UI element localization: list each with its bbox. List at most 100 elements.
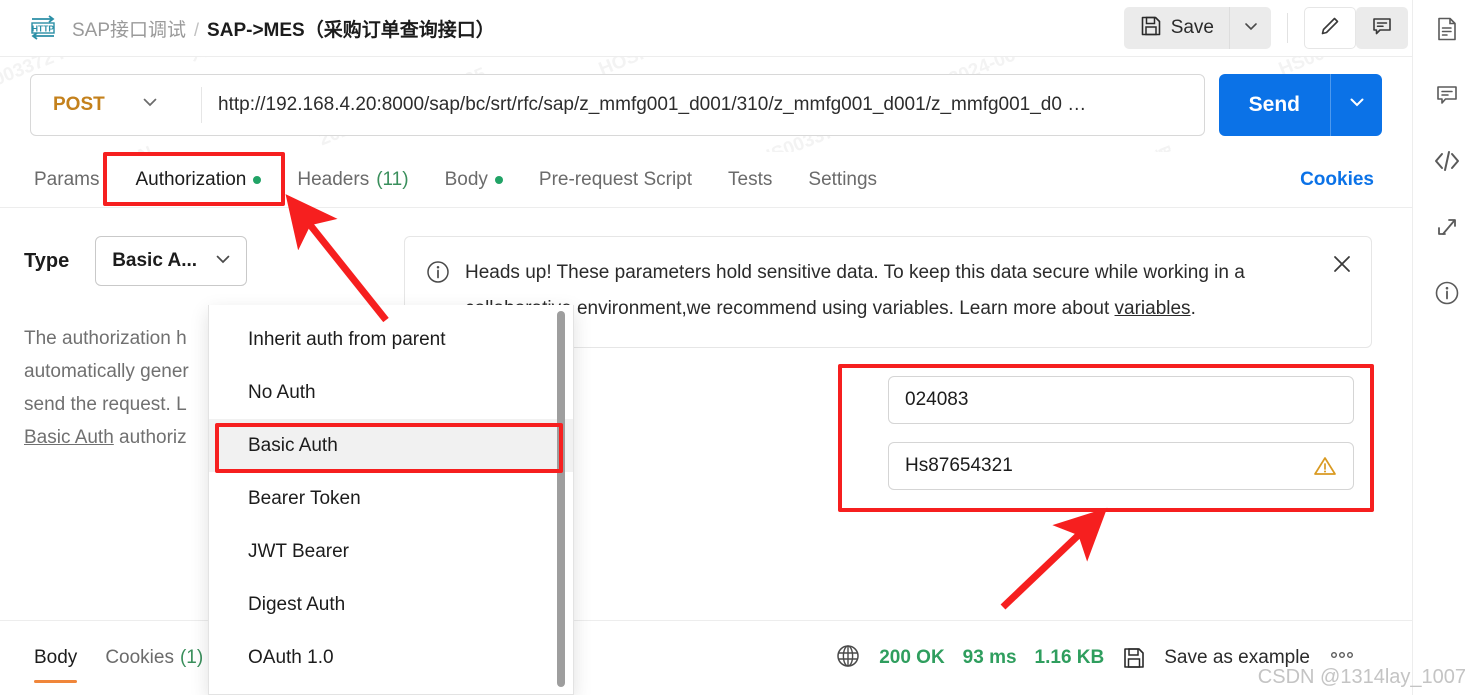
url-input[interactable]: http://192.168.4.20:8000/sap/bc/srt/rfc/… [202, 75, 1204, 135]
rail-comments-button[interactable] [1424, 74, 1470, 120]
rail-info-button[interactable] [1424, 272, 1470, 318]
info-circle-icon [1433, 279, 1461, 312]
tab-pre-request-script[interactable]: Pre-request Script [521, 152, 710, 207]
send-options-button[interactable] [1330, 73, 1382, 136]
banner-close-button[interactable] [1329, 253, 1355, 279]
auth-description-line-rest: authoriz [113, 427, 187, 448]
comment-icon [1434, 82, 1460, 113]
chevron-down-icon [214, 250, 232, 273]
tab-count: (11) [376, 168, 409, 190]
request-tabs: Params Authorization Headers (11) Body P… [0, 152, 1412, 208]
variables-link[interactable]: variables [1115, 298, 1191, 319]
sync-icon [1434, 214, 1460, 245]
modified-dot-icon [253, 175, 262, 184]
rail-documentation-button[interactable] [1424, 8, 1470, 54]
url-bar-row: POST http://192.168.4.20:8000/sap/bc/srt… [0, 57, 1412, 152]
pencil-icon [1318, 14, 1342, 43]
floppy-disk-icon [1122, 646, 1146, 670]
banner-line-2-after: . [1190, 298, 1196, 319]
request-header-bar: HTTP SAP接口调试 / SAP->MES（采购订单查询接口） Save [0, 0, 1412, 57]
comment-icon [1370, 14, 1394, 43]
dropdown-option-no-auth[interactable]: No Auth [209, 366, 573, 419]
send-button-label: Send [1248, 92, 1300, 116]
auth-type-dropdown: Inherit auth from parent No Auth Basic A… [208, 305, 574, 695]
dropdown-option-inherit-auth-from-parent[interactable]: Inherit auth from parent [209, 313, 573, 366]
auth-type-row: Type Basic A... [24, 236, 384, 286]
dropdown-option-jwt-bearer[interactable]: JWT Bearer [209, 525, 573, 578]
dropdown-option-basic-auth[interactable]: Basic Auth [209, 419, 573, 472]
response-tab-count: (1) [179, 647, 204, 668]
header-actions: Save [1123, 0, 1412, 56]
tab-headers[interactable]: Headers (11) [279, 152, 426, 207]
dropdown-option-oauth-1[interactable]: OAuth 1.0 [209, 631, 573, 684]
breadcrumb-request-name[interactable]: SAP->MES（采购订单查询接口） [207, 15, 495, 42]
tab-label: Pre-request Script [538, 168, 693, 190]
username-field[interactable]: 024083 [888, 376, 1354, 424]
rail-sync-button[interactable] [1424, 206, 1470, 252]
banner-line-1: Heads up! These parameters hold sensitiv… [465, 262, 1245, 283]
save-button[interactable]: Save [1124, 7, 1229, 49]
auth-type-value: Basic A... [112, 250, 198, 271]
password-value: Hs87654321 [905, 455, 1013, 476]
response-tab-body[interactable]: Body [26, 621, 91, 695]
credentials-group: 024083 Hs87654321 [888, 376, 1354, 490]
tab-authorization[interactable]: Authorization [117, 152, 279, 207]
url-input-wrapper: POST http://192.168.4.20:8000/sap/bc/srt… [30, 73, 1205, 136]
http-method-value: POST [53, 93, 105, 115]
globe-icon[interactable] [835, 643, 861, 674]
rail-code-button[interactable] [1424, 140, 1470, 186]
tab-tests[interactable]: Tests [710, 152, 790, 207]
tab-label: Tests [728, 168, 773, 190]
response-status: 200 OK [879, 647, 945, 668]
save-options-button[interactable] [1229, 7, 1271, 49]
right-sidebar-rail [1412, 0, 1480, 695]
header-divider [1287, 13, 1288, 43]
http-method-select[interactable]: POST [31, 75, 201, 135]
tab-params[interactable]: Params [30, 152, 117, 207]
banner-text: Heads up! These parameters hold sensitiv… [465, 255, 1245, 327]
response-tab-label: Body [34, 647, 78, 668]
tab-body[interactable]: Body [427, 152, 521, 207]
document-icon [1434, 16, 1460, 47]
tab-label: Settings [808, 168, 878, 190]
tab-label: Body [444, 168, 488, 190]
response-tab-label: Cookies [105, 647, 174, 668]
tab-settings[interactable]: Settings [790, 152, 895, 207]
banner-line-2: collaborative environment,we recommend u… [465, 291, 1245, 327]
cookies-link[interactable]: Cookies [1300, 169, 1382, 191]
dropdown-option-bearer-token[interactable]: Bearer Token [209, 472, 573, 525]
dropdown-option-digest-auth[interactable]: Digest Auth [209, 578, 573, 631]
csdn-watermark: CSDN @1314lay_1007 [1257, 666, 1466, 688]
save-button-label: Save [1170, 17, 1214, 38]
send-button-group: Send [1218, 73, 1382, 136]
chevron-down-icon [1243, 18, 1259, 39]
chevron-down-icon [141, 93, 159, 116]
code-icon [1432, 148, 1462, 179]
breadcrumb-collection[interactable]: SAP接口调试 [72, 15, 186, 42]
response-size: 1.16 KB [1034, 647, 1105, 668]
comments-button[interactable] [1356, 7, 1408, 49]
breadcrumb-separator: / [194, 19, 200, 40]
auth-type-label: Type [24, 249, 70, 272]
tab-label: Headers [297, 168, 370, 190]
password-field[interactable]: Hs87654321 [888, 442, 1354, 490]
modified-dot-icon [494, 175, 503, 184]
chevron-down-icon [1348, 93, 1366, 116]
svg-text:HTTP: HTTP [32, 24, 55, 34]
close-icon [1330, 252, 1354, 281]
floppy-disk-icon [1140, 15, 1162, 42]
tab-label: Authorization [135, 168, 247, 190]
send-button[interactable]: Send [1219, 74, 1330, 136]
warning-triangle-icon [1313, 454, 1337, 478]
tab-label: Params [34, 168, 100, 190]
username-value: 024083 [905, 389, 969, 410]
http-icon: HTTP [28, 14, 58, 42]
edit-request-button[interactable] [1304, 7, 1356, 49]
save-button-group: Save [1123, 7, 1271, 49]
response-tab-cookies[interactable]: Cookies (1) [91, 621, 217, 695]
dropdown-scrollbar[interactable] [557, 311, 565, 687]
response-time: 93 ms [962, 647, 1017, 668]
auth-type-select[interactable]: Basic A... [95, 236, 248, 286]
basic-auth-doc-link[interactable]: Basic Auth [24, 427, 114, 448]
breadcrumb: SAP接口调试 / SAP->MES（采购订单查询接口） [72, 15, 495, 42]
